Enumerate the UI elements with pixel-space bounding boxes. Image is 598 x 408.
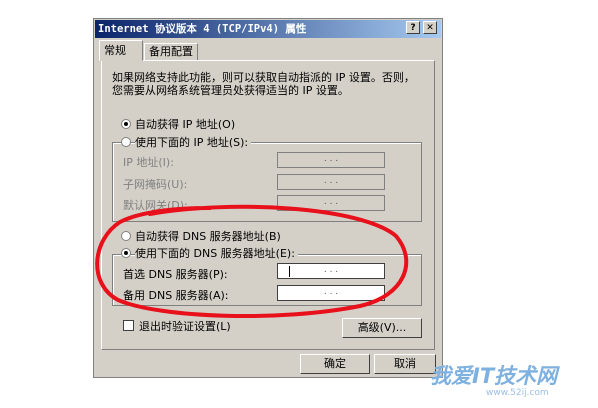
help-button[interactable]: ? (406, 21, 420, 34)
ipv4-properties-dialog: Internet 协议版本 4 (TCP/IPv4) 属性 ? ✕ 常规 备用配… (93, 18, 443, 378)
ok-button[interactable]: 确定 (300, 354, 370, 374)
auto-ip-label[interactable]: 自动获得 IP 地址(O) (135, 116, 235, 132)
subnet-mask-label: 子网掩码(U): (123, 178, 188, 191)
validate-on-exit-label[interactable]: 退出时验证设置(L) (139, 318, 231, 334)
manual-dns-radio[interactable] (121, 248, 131, 258)
default-gateway-field[interactable]: . . . (277, 195, 385, 211)
tab-general[interactable]: 常规 (99, 40, 143, 61)
cancel-button[interactable]: 取消 (374, 354, 436, 374)
tab-alternate-config[interactable]: 备用配置 (144, 43, 198, 61)
validate-on-exit-checkbox[interactable] (123, 320, 134, 331)
ip-address-label: IP 地址(I): (123, 156, 174, 169)
alternate-dns-field[interactable]: . . . (277, 285, 385, 301)
manual-ip-label[interactable]: 使用下面的 IP 地址(S): (135, 134, 252, 150)
manual-ip-radio[interactable] (121, 137, 131, 147)
auto-dns-radio[interactable] (121, 231, 131, 241)
watermark-url: www.52ij.com (486, 388, 549, 398)
preferred-dns-field[interactable]: . . . (277, 263, 385, 279)
ip-address-field[interactable]: . . . (277, 152, 385, 168)
watermark-brand: 我爱IT技术网 (430, 364, 558, 388)
subnet-mask-field[interactable]: . . . (277, 174, 385, 190)
auto-ip-radio[interactable] (121, 119, 131, 129)
default-gateway-label: 默认网关(D): (123, 199, 188, 212)
dialog-title: Internet 协议版本 4 (TCP/IPv4) 属性 (95, 20, 441, 38)
auto-dns-label[interactable]: 自动获得 DNS 服务器地址(B) (135, 228, 281, 244)
intro-text-line2: 您需要从网络系统管理员处获得适当的 IP 设置。 (112, 84, 349, 97)
manual-dns-label[interactable]: 使用下面的 DNS 服务器地址(E): (135, 245, 298, 261)
preferred-dns-label: 首选 DNS 服务器(P): (123, 268, 228, 281)
advanced-button[interactable]: 高级(V)... (342, 318, 422, 338)
close-button[interactable]: ✕ (423, 21, 437, 34)
alternate-dns-label: 备用 DNS 服务器(A): (123, 289, 229, 302)
